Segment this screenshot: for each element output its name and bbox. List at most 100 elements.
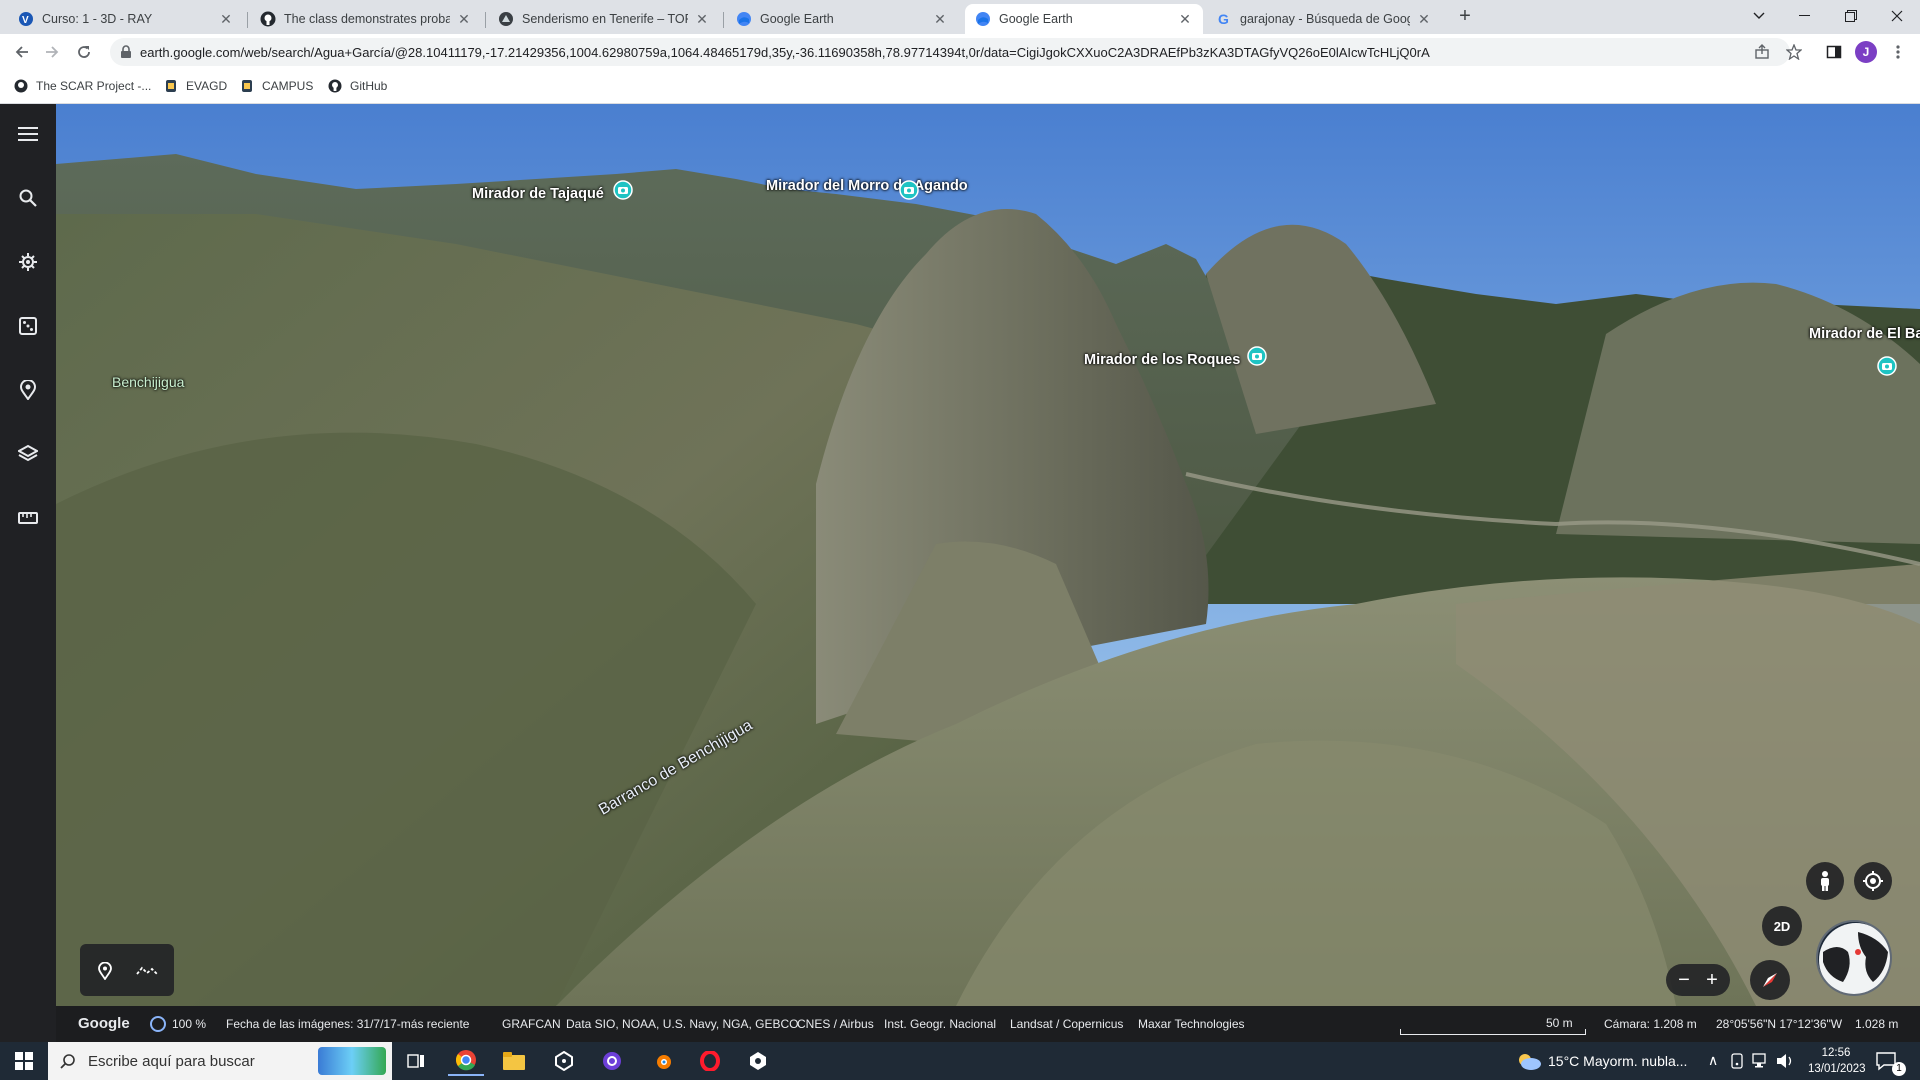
globe-minimap[interactable] [1816, 920, 1892, 996]
compass-icon[interactable] [1750, 960, 1790, 1000]
tab-github[interactable]: The class demonstrates probably ✕ [250, 4, 482, 34]
restore-button[interactable] [1828, 0, 1874, 32]
reload-button[interactable] [70, 38, 98, 66]
view-2d-button[interactable]: 2D [1762, 906, 1802, 946]
bookmark-label: GitHub [350, 79, 388, 93]
forward-button[interactable] [38, 38, 66, 66]
zoom-in-button[interactable]: + [1700, 966, 1724, 994]
clock-time: 12:56 [1821, 1047, 1851, 1059]
github-icon [328, 79, 342, 93]
menu-icon[interactable] [1884, 38, 1912, 66]
hamburger-menu-icon[interactable] [12, 118, 44, 150]
projects-icon[interactable] [12, 374, 44, 406]
tab-curso[interactable]: V Curso: 1 - 3D - RAY ✕ [8, 4, 244, 34]
unity-hub-icon[interactable] [740, 1046, 776, 1076]
minimize-button[interactable] [1782, 0, 1828, 32]
bookmark-github[interactable]: GitHub [328, 79, 387, 93]
zoom-control: − + [1666, 964, 1730, 996]
globe-icon [14, 79, 28, 93]
earth-sidebar [0, 104, 56, 1006]
camera-pin-icon[interactable] [612, 180, 634, 202]
path-icon[interactable] [132, 956, 162, 986]
bookmark-star-icon[interactable] [1780, 38, 1808, 66]
place-label[interactable]: Mirador de los Roques [1084, 352, 1240, 369]
tab-separator [723, 12, 724, 28]
tab-search-button[interactable] [1736, 0, 1782, 32]
share-icon[interactable] [1748, 38, 1776, 66]
avatar-initial: J [1855, 41, 1877, 63]
feeling-lucky-icon[interactable] [12, 310, 44, 342]
lock-icon[interactable] [120, 45, 132, 62]
bookmark-icon [164, 79, 178, 93]
google-icon: G [1216, 11, 1232, 27]
browser-toolbar: earth.google.com/web/search/Agua+García/… [0, 34, 1920, 70]
tab-google-earth[interactable]: Google Earth ✕ [726, 4, 958, 34]
zoom-out-button[interactable]: − [1672, 966, 1696, 994]
tab-google-earth-active[interactable]: Google Earth ✕ [965, 4, 1203, 34]
side-panel-icon[interactable] [1820, 38, 1848, 66]
close-icon[interactable]: ✕ [932, 11, 948, 28]
windows-start-icon[interactable] [6, 1046, 42, 1076]
place-label[interactable]: Benchijigua [112, 374, 184, 391]
close-window-button[interactable] [1874, 0, 1920, 32]
volume-icon[interactable] [1776, 1053, 1794, 1074]
chrome-taskbar-icon[interactable] [448, 1046, 484, 1076]
pegman-icon[interactable] [1806, 862, 1844, 900]
app-icon[interactable] [594, 1046, 630, 1076]
tab-garajonay[interactable]: G garajonay - Búsqueda de Google ✕ [1206, 4, 1442, 34]
unity-icon[interactable] [546, 1046, 582, 1076]
taskbar-search[interactable]: Escribe aquí para buscar [48, 1042, 392, 1080]
tab-title: The class demonstrates probably [284, 12, 450, 26]
close-icon[interactable]: ✕ [694, 11, 710, 28]
tab-title: Senderismo en Tenerife – TOP 15 [522, 12, 688, 26]
placemark-icon[interactable] [90, 956, 120, 986]
layers-icon[interactable] [12, 438, 44, 470]
tab-senderismo[interactable]: Senderismo en Tenerife – TOP 15 ✕ [488, 4, 720, 34]
bookmark-label: CAMPUS [262, 79, 314, 93]
earth-3d-view[interactable]: Mirador de Tajaqué Mirador del Morro de … [56, 104, 1920, 1006]
profile-avatar[interactable]: J [1852, 38, 1880, 66]
camera-altitude: Cámara: 1.208 m [1604, 1017, 1697, 1031]
terrain-render [56, 104, 1920, 1006]
place-label[interactable]: Mirador de Tajaqué [472, 186, 604, 203]
search-icon[interactable] [12, 182, 44, 214]
weather-icon[interactable] [1516, 1052, 1542, 1075]
opera-icon[interactable] [692, 1046, 728, 1076]
camera-pin-icon[interactable] [1876, 356, 1898, 378]
tray-device-icon[interactable] [1730, 1053, 1744, 1074]
bookmark-evagd[interactable]: EVAGD [164, 79, 227, 93]
google-earth-icon [736, 11, 752, 27]
voyager-icon[interactable] [12, 246, 44, 278]
clock-date: 13/01/2023 [1808, 1063, 1866, 1075]
bookmark-scar[interactable]: The SCAR Project -... [14, 79, 151, 93]
camera-pin-icon[interactable] [1246, 346, 1268, 368]
back-button[interactable] [8, 38, 36, 66]
site-icon [498, 11, 514, 27]
close-icon[interactable]: ✕ [218, 11, 234, 28]
measure-icon[interactable] [12, 502, 44, 534]
my-location-icon[interactable] [1854, 862, 1892, 900]
clock[interactable]: 12:56 13/01/2023 [1808, 1045, 1866, 1077]
task-view-icon[interactable] [398, 1046, 434, 1076]
loading-percent: 100 % [172, 1017, 207, 1031]
chevron-up-icon[interactable]: ∧ [1708, 1052, 1718, 1069]
place-label[interactable]: Mirador del Morro de Agando [766, 178, 968, 195]
google-earth-icon [975, 11, 991, 27]
bookmark-campus[interactable]: CAMPUS [240, 79, 313, 93]
tab-title: garajonay - Búsqueda de Google [1240, 12, 1410, 26]
loading-icon [150, 1016, 166, 1032]
place-label[interactable]: Mirador de El Ba [1809, 326, 1920, 343]
weather-text[interactable]: 15°C Mayorm. nubla... [1548, 1053, 1687, 1069]
close-icon[interactable]: ✕ [456, 11, 472, 28]
close-icon[interactable]: ✕ [1177, 11, 1193, 28]
blender-icon[interactable] [644, 1046, 680, 1076]
attribution-2: Data SIO, NOAA, U.S. Navy, NGA, GEBCO [566, 1017, 799, 1031]
earth-status-bar: Google 100 % Fecha de las imágenes: 31/7… [56, 1006, 1920, 1042]
close-icon[interactable]: ✕ [1416, 11, 1432, 28]
new-tab-button[interactable]: + [1454, 6, 1476, 28]
camera-pin-icon[interactable] [898, 180, 920, 202]
file-explorer-icon[interactable] [496, 1046, 532, 1076]
bookmark-icon [240, 79, 254, 93]
address-bar[interactable]: earth.google.com/web/search/Agua+García/… [110, 38, 1790, 66]
network-icon[interactable] [1752, 1053, 1770, 1074]
